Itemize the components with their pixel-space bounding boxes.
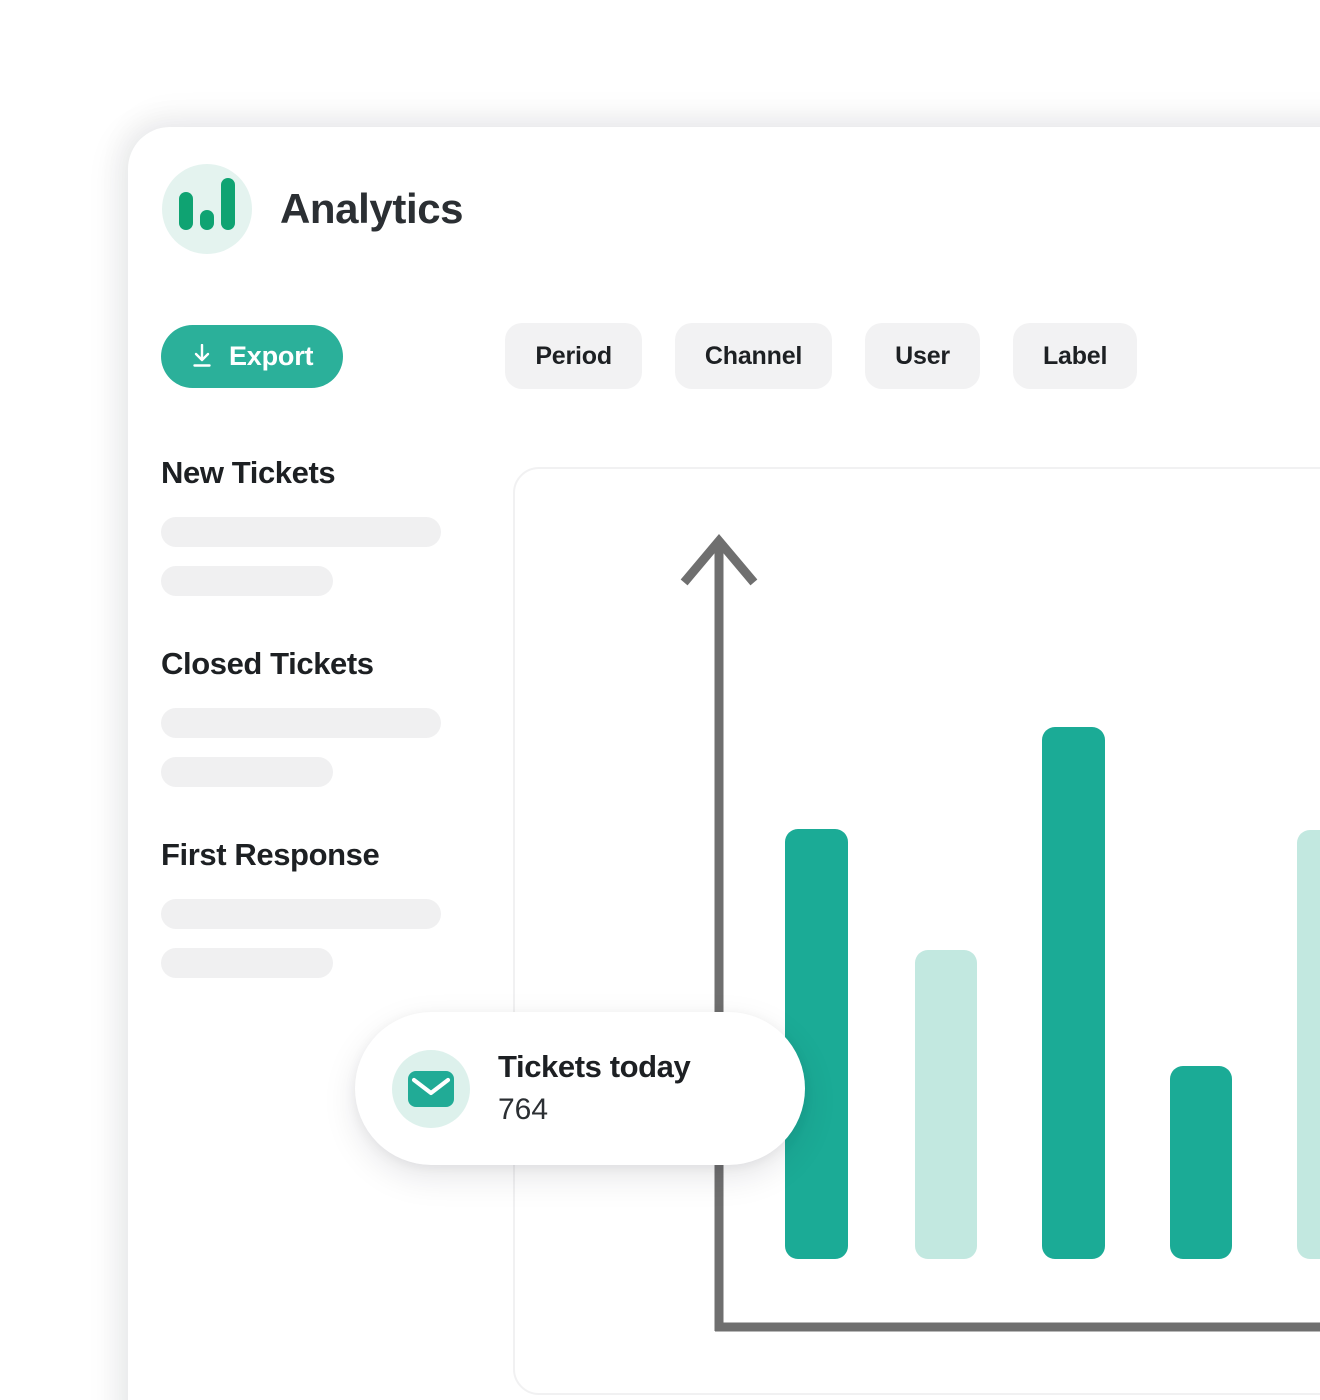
filter-pill-channel[interactable]: Channel <box>674 323 833 389</box>
brand-header: Analytics <box>162 164 464 254</box>
metric-skeleton-line <box>161 708 441 738</box>
metric-title: New Tickets <box>161 455 336 490</box>
metric-block-first-response[interactable]: First Response <box>161 839 481 978</box>
chart-bar-1[interactable] <box>785 829 848 1259</box>
envelope-icon-glyph <box>408 1070 454 1107</box>
chart-bar-3[interactable] <box>1042 727 1105 1259</box>
envelope-icon <box>392 1049 470 1128</box>
metric-skeleton-line <box>161 899 441 929</box>
filter-pill-group: Period Channel User Label <box>505 323 1138 389</box>
tooltip-value: 764 <box>498 1093 549 1127</box>
app-panel: Analytics Export Period Channel User Lab… <box>128 127 1320 1400</box>
metric-skeleton-line <box>161 566 333 596</box>
screen-root: Analytics Export Period Channel User Lab… <box>0 0 1320 1400</box>
chart-bar-5[interactable] <box>1297 830 1320 1259</box>
chart-bar-group <box>515 469 1320 1397</box>
bar-chart-icon-bar-2 <box>200 210 214 230</box>
tooltip-text: Tickets today 764 <box>498 1048 691 1130</box>
metrics-sidebar: New Tickets Closed Tickets First Respons… <box>161 457 481 1030</box>
chart-bar-4[interactable] <box>1170 1066 1232 1259</box>
metric-block-new-tickets[interactable]: New Tickets <box>161 457 481 596</box>
filter-pill-period[interactable]: Period <box>505 323 642 389</box>
chart-card <box>513 467 1320 1395</box>
metric-title: Closed Tickets <box>161 646 374 681</box>
toolbar: Export Period Channel User Label <box>161 323 1138 389</box>
metric-skeleton-line <box>161 517 441 547</box>
export-button-label: Export <box>229 340 314 371</box>
metric-skeleton-line <box>161 948 333 978</box>
metric-skeleton-line <box>161 757 333 787</box>
tooltip-title: Tickets today <box>498 1048 691 1084</box>
export-button[interactable]: Export <box>161 324 344 388</box>
filter-pill-user[interactable]: User <box>865 323 980 389</box>
page-title: Analytics <box>280 185 464 232</box>
chart-bar-2[interactable] <box>915 950 977 1259</box>
bar-chart-icon <box>162 164 252 254</box>
metric-title: First Response <box>161 837 380 872</box>
metric-block-closed-tickets[interactable]: Closed Tickets <box>161 648 481 787</box>
filter-pill-label[interactable]: Label <box>1012 323 1138 389</box>
bar-chart <box>515 469 1320 1393</box>
tickets-today-tooltip[interactable]: Tickets today 764 <box>355 1012 805 1165</box>
bar-chart-icon-bar-3 <box>221 178 235 230</box>
download-icon <box>193 344 211 367</box>
bar-chart-icon-bar-1 <box>179 192 193 230</box>
